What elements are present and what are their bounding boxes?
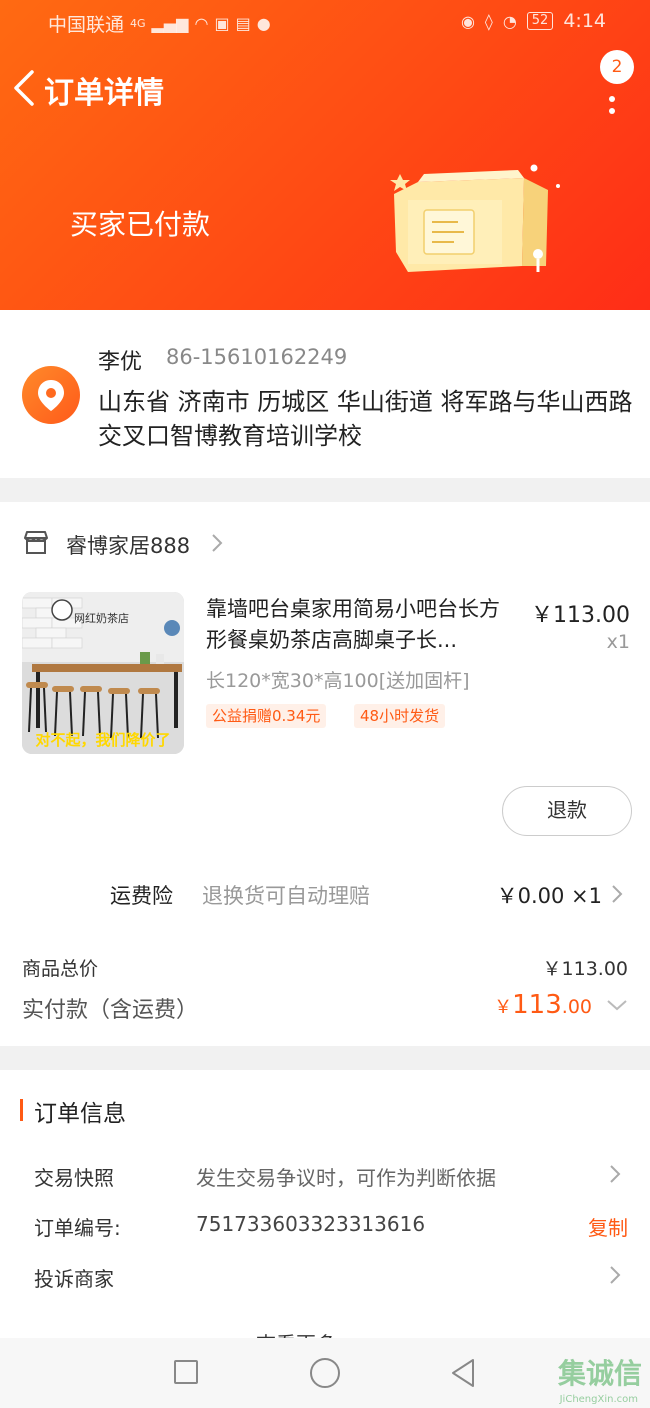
battery-icon: 52 [526, 12, 554, 30]
goods-total-label: 商品总价 [22, 958, 99, 980]
shipping-time-tag: 48小时发货 [354, 704, 446, 728]
package-illustration [390, 164, 560, 272]
thumb-banner-text: 对不起，我们降价了 [35, 731, 171, 749]
recipient-address: 山东省 济南市 历城区 华山街道 将军路与华山西路交叉口智博教育培训学校 [98, 388, 633, 450]
snapshot-desc: 发生交易争议时，可作为判断依据 [196, 1166, 496, 1190]
recent-apps-icon[interactable] [174, 1360, 198, 1384]
shipping-insurance-desc: 退换货可自动理赔 [202, 884, 370, 908]
order-number-label: 订单编号: [34, 1216, 121, 1240]
order-status-text: 买家已付款 [70, 208, 211, 241]
goods-total-value: ￥113.00 [542, 958, 628, 980]
refund-button[interactable]: 退款 [502, 786, 632, 836]
chevron-right-icon[interactable] [608, 1264, 622, 1286]
product-title[interactable]: 靠墙吧台桌家用简易小吧台长方形餐桌奶茶店高脚桌子长... [206, 594, 518, 656]
charity-tag: 公益捐赠0.34元 [206, 704, 327, 728]
app-notification-icon: ▣ [214, 14, 230, 33]
message-count-badge[interactable]: 2 [600, 50, 634, 84]
network-label: 4G [130, 17, 146, 30]
product-price: ￥113.00 [531, 603, 630, 628]
watermark-url: JiChengXin.com [559, 1394, 638, 1405]
copy-order-number-button[interactable]: 复制 [588, 1212, 628, 1241]
speed-icon: ◔ [502, 11, 517, 31]
carrier-label: 中国联通 [48, 14, 125, 36]
shipping-insurance-label: 运费险 [110, 884, 173, 908]
paid-integer: 113 [512, 990, 562, 1020]
chevron-right-icon[interactable] [210, 532, 224, 554]
nav-bar-top: 订单详情 [0, 58, 650, 118]
thumb-sign-text: 网红奶茶店 [74, 612, 129, 625]
location-pin-icon [22, 366, 80, 424]
signal-icon: ▂▄▆ [151, 14, 189, 33]
chat-notification-icon: ● [256, 14, 271, 33]
shipping-insurance-value: ￥0.00 ×1 [496, 884, 602, 908]
recipient-name: 李优 [98, 350, 143, 375]
shop-name-link[interactable]: 睿博家居888 [66, 530, 190, 560]
page-title: 订单详情 [44, 76, 164, 111]
gift-notification-icon: ▤ [235, 14, 251, 33]
paid-amount-value: ￥113.00 [494, 990, 592, 1020]
back-triangle-icon[interactable] [450, 1358, 476, 1388]
back-arrow-icon[interactable] [10, 66, 40, 110]
chevron-right-icon[interactable] [608, 1163, 622, 1185]
product-spec: 长120*宽30*高100[送加固杆] [206, 670, 470, 692]
order-status-header: 中国联通 4G ▂▄▆ ◠ ▣ ▤ ● ◉ ◊ ◔ 52 4:14 订单详情 2… [0, 0, 650, 310]
order-info-title: 订单信息 [34, 1101, 126, 1127]
order-number-value: 751733603323313616 [196, 1212, 426, 1236]
product-quantity: x1 [606, 631, 630, 653]
product-image[interactable]: 网红奶茶店 对不起，我们降价了 [22, 592, 184, 754]
status-bar: 中国联通 4G ▂▄▆ ◠ ▣ ▤ ● ◉ ◊ ◔ 52 4:14 [0, 0, 650, 44]
complain-seller-label[interactable]: 投诉商家 [34, 1263, 114, 1292]
watermark-logo: 集诚信 [557, 1357, 642, 1390]
snapshot-label[interactable]: 交易快照 [34, 1162, 114, 1191]
home-icon[interactable] [310, 1358, 340, 1388]
view-more-link[interactable]: 查看更多 [256, 1328, 336, 1338]
recipient-phone: 86-15610162249 [166, 345, 348, 369]
chevron-right-icon[interactable] [610, 883, 624, 905]
paid-currency: ￥ [494, 997, 513, 1018]
paid-decimal: .00 [561, 996, 592, 1018]
paid-amount-label: 实付款（含运费） [22, 998, 199, 1023]
store-icon [24, 531, 48, 554]
clock: 4:14 [563, 10, 606, 32]
eye-icon: ◉ [460, 11, 475, 31]
wifi-icon: ◠ [194, 14, 209, 33]
section-accent-bar [20, 1099, 23, 1121]
chevron-down-icon[interactable] [606, 998, 628, 1012]
mute-icon: ◊ [484, 11, 493, 31]
system-navigation-bar [0, 1338, 650, 1408]
